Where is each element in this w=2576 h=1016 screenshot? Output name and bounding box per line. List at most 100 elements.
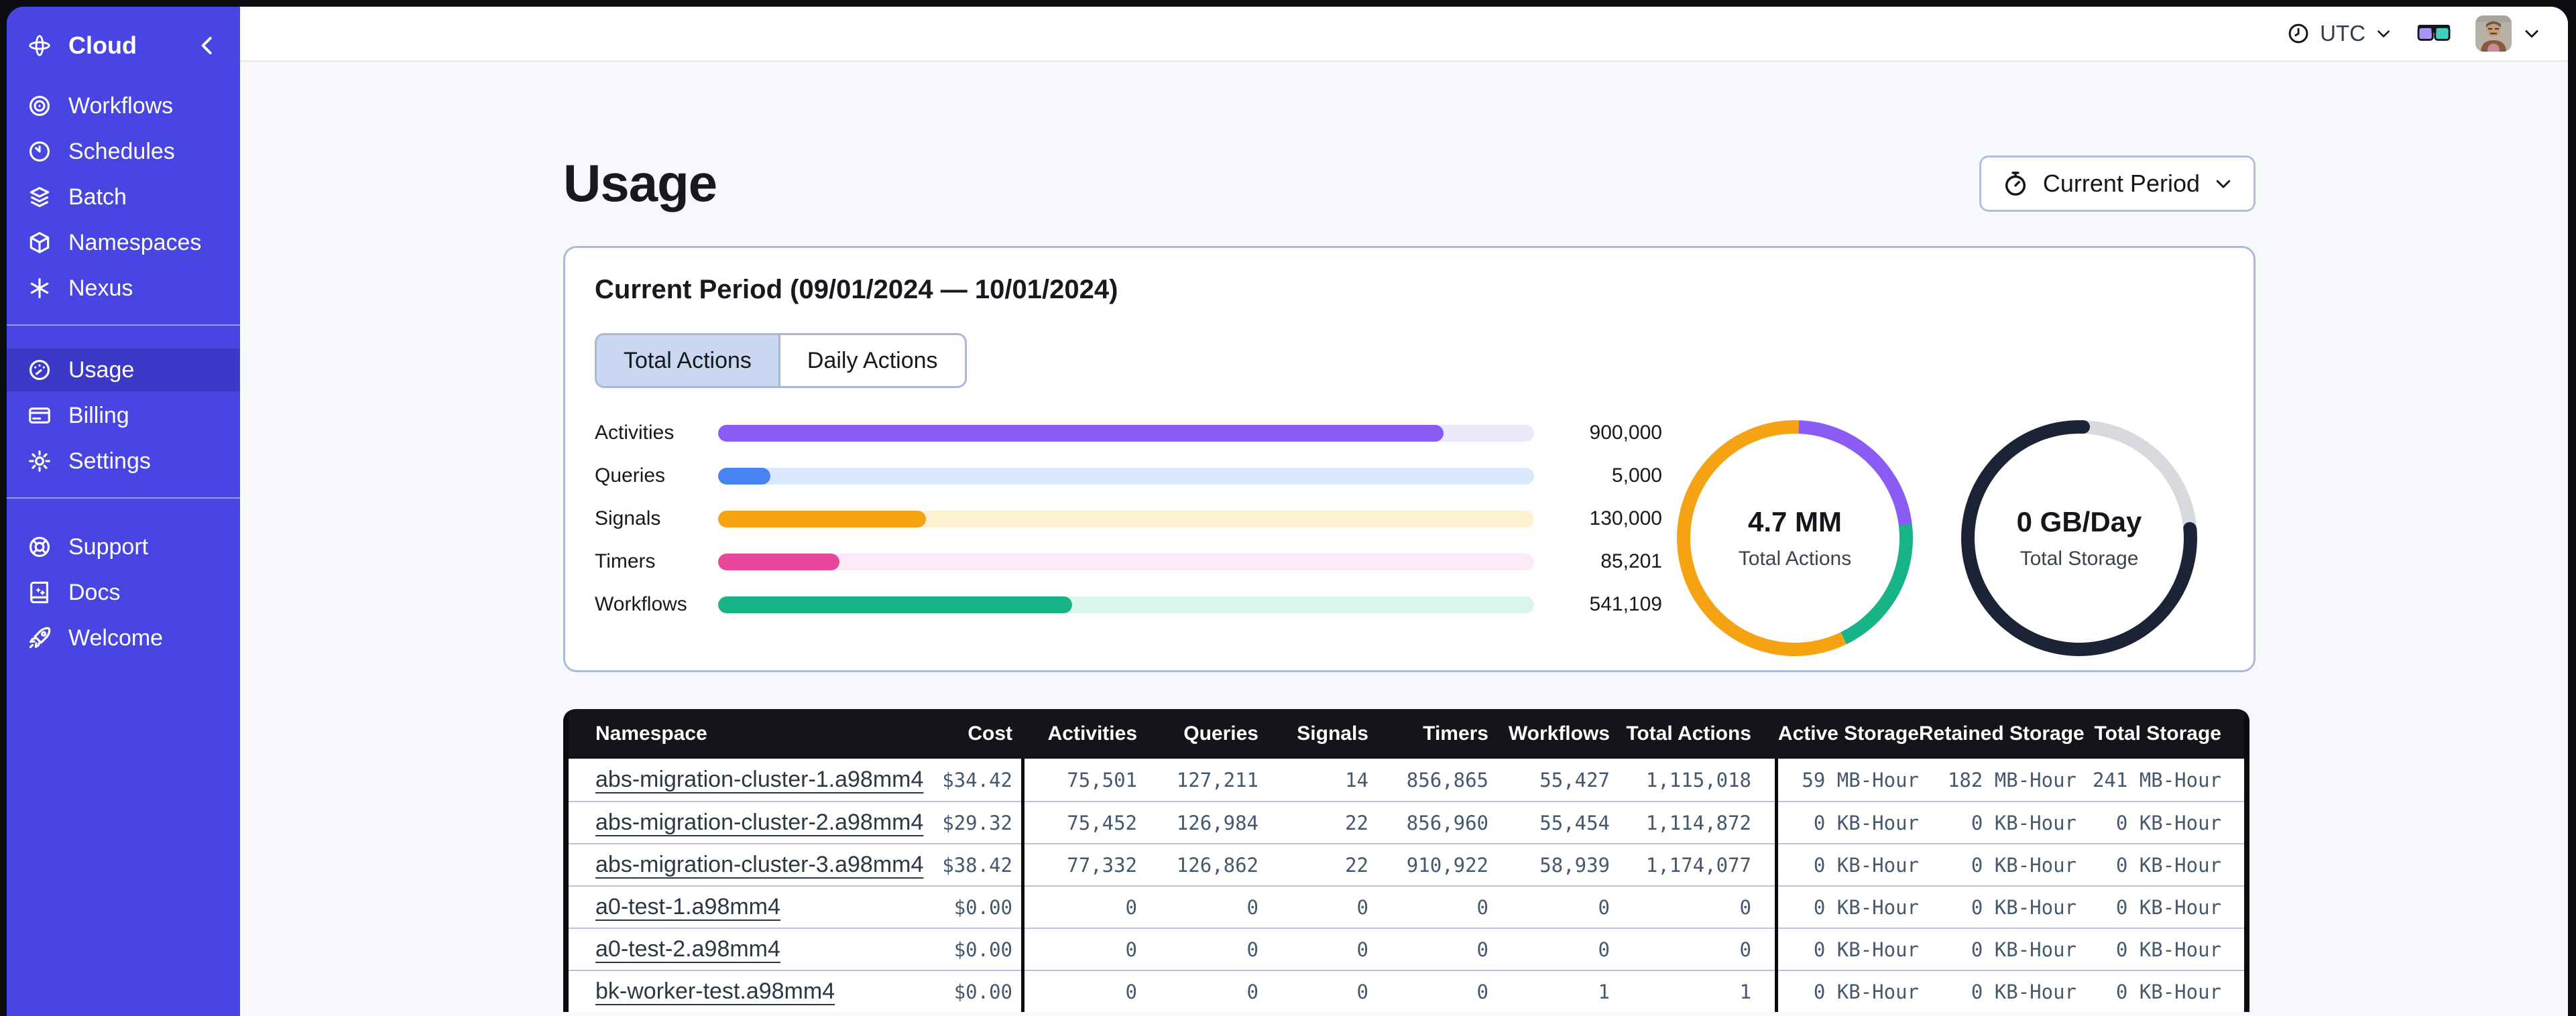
workflows-cell: 1 xyxy=(1598,980,1610,1003)
sidebar-item-welcome[interactable]: Welcome xyxy=(7,617,240,659)
table-row: bk-worker-test.a98mm4 $0.00 0 0 0 0 1 1 … xyxy=(569,970,2244,1012)
bar-value: 900,000 xyxy=(1589,422,1662,444)
goggles-button[interactable] xyxy=(2416,22,2451,45)
welcome-rocket-icon xyxy=(29,627,51,649)
nexus-asterisk-icon xyxy=(30,277,49,299)
namespaces-cube-icon xyxy=(30,232,50,253)
stopwatch-icon xyxy=(2005,171,2026,196)
sidebar-item-label: Welcome xyxy=(68,625,164,651)
table-row: abs-migration-cluster-3.a98mm4 $38.42 77… xyxy=(569,843,2244,885)
total-storage-cell: 0 KB-Hour xyxy=(2115,853,2221,877)
namespace-link[interactable]: bk-worker-test.a98mm4 xyxy=(595,978,835,1004)
timezone-selector[interactable]: UTC xyxy=(2286,21,2392,46)
schedules-icon xyxy=(29,141,50,162)
namespace-link[interactable]: abs-migration-cluster-2.a98mm4 xyxy=(595,810,923,835)
retained-storage-cell: 0 KB-Hour xyxy=(1971,853,2076,877)
cost-cell: $29.32 xyxy=(942,811,1012,834)
retained-storage-cell: 0 KB-Hour xyxy=(1971,895,2076,919)
column-header[interactable]: Active Storage xyxy=(1751,722,1919,745)
signals-cell: 14 xyxy=(1345,768,1368,791)
cost-cell: $0.00 xyxy=(953,938,1012,961)
bar-label: Activities xyxy=(595,422,675,444)
bar-label: Workflows xyxy=(595,593,687,615)
signals-cell: 0 xyxy=(1356,980,1368,1003)
signals-cell: 0 xyxy=(1356,938,1368,961)
bar-label: Signals xyxy=(595,507,661,529)
tab-total-actions[interactable]: Total Actions xyxy=(597,335,778,386)
donut-arc-cap xyxy=(2183,521,2197,535)
bar-track xyxy=(718,510,1534,527)
bar-row: Workflows 541,109 xyxy=(595,593,1662,615)
bar-track xyxy=(718,596,1534,613)
sidebar-item-label: Usage xyxy=(68,357,135,383)
chevron-down-icon xyxy=(2378,30,2390,38)
tab-daily-actions[interactable]: Daily Actions xyxy=(778,335,965,386)
queries-cell: 0 xyxy=(1246,938,1258,961)
main-content: Usage Current Period Current Period (09/… xyxy=(240,62,2568,1016)
sidebar-item-docs[interactable]: Docs xyxy=(7,571,240,614)
bar-fill xyxy=(718,596,1073,613)
avatar[interactable] xyxy=(2475,15,2512,52)
namespace-link[interactable]: a0-test-2.a98mm4 xyxy=(595,936,780,962)
sidebar-item-label: Workflows xyxy=(68,92,174,119)
activities-cell: 0 xyxy=(1125,895,1137,919)
table-row: a0-test-1.a98mm4 $0.00 0 0 0 0 0 0 0 KB-… xyxy=(569,885,2244,928)
namespace-link[interactable]: abs-migration-cluster-1.a98mm4 xyxy=(595,767,923,792)
sidebar-collapse-icon[interactable] xyxy=(194,33,220,58)
table-group-divider xyxy=(1021,759,1024,1012)
bar-value: 130,000 xyxy=(1589,507,1662,529)
bar-fill xyxy=(718,467,770,485)
sidebar-item-label: Billing xyxy=(68,402,129,428)
sidebar-item-usage[interactable]: Usage xyxy=(7,348,240,391)
column-header[interactable]: Timers xyxy=(1368,722,1488,745)
table-body: abs-migration-cluster-1.a98mm4 $34.42 75… xyxy=(569,759,2244,1012)
main-column: UTC Usage Current Period Current Period … xyxy=(240,7,2568,1016)
sidebar-item-nexus[interactable]: Nexus xyxy=(7,267,240,310)
period-selector-button[interactable]: Current Period xyxy=(1979,155,2256,212)
sidebar-item-billing[interactable]: Billing xyxy=(7,394,240,437)
sidebar-divider xyxy=(7,324,240,326)
column-header[interactable]: Workflows xyxy=(1488,722,1610,745)
namespace-link[interactable]: abs-migration-cluster-3.a98mm4 xyxy=(595,852,923,877)
table-left-border xyxy=(563,709,569,1012)
page-title: Usage xyxy=(563,153,717,212)
total-actions-cell: 0 xyxy=(1739,938,1751,961)
total-storage-cell: 241 MB-Hour xyxy=(2092,768,2221,791)
timers-cell: 856,865 xyxy=(1406,768,1488,791)
app-window: Cloud Workflows Schedules Batch Namespac… xyxy=(7,7,2568,1016)
bar-fill xyxy=(718,553,840,570)
table-group-divider xyxy=(1775,759,1778,1012)
sidebar-brand-cloud[interactable]: Cloud xyxy=(7,19,240,72)
column-header[interactable]: Total Storage xyxy=(2076,722,2221,745)
table-row: abs-migration-cluster-1.a98mm4 $34.42 75… xyxy=(569,759,2244,801)
column-header[interactable]: Namespace xyxy=(569,722,931,745)
account-menu[interactable] xyxy=(2475,15,2541,52)
sidebar-item-workflows[interactable]: Workflows xyxy=(7,84,240,127)
sidebar-item-support[interactable]: Support xyxy=(7,525,240,568)
cloud-logo-icon xyxy=(29,35,50,56)
support-lifebuoy-icon xyxy=(29,536,50,558)
donut-arc-cap xyxy=(2076,420,2090,434)
sidebar-item-settings[interactable]: Settings xyxy=(7,440,240,483)
clock-icon xyxy=(2288,23,2308,44)
column-header[interactable]: Queries xyxy=(1137,722,1258,745)
column-header[interactable]: Signals xyxy=(1258,722,1368,745)
sidebar-item-batch[interactable]: Batch xyxy=(7,176,240,218)
sidebar-item-schedules[interactable]: Schedules xyxy=(7,130,240,173)
bar-value: 85,201 xyxy=(1600,550,1662,572)
chevron-down-icon xyxy=(2216,180,2231,188)
charts-area: Activities 900,000 Queries 5,000 Signals… xyxy=(595,420,2224,656)
column-header[interactable]: Total Actions xyxy=(1610,722,1751,745)
period-selector-label: Current Period xyxy=(2042,169,2200,197)
signals-cell: 0 xyxy=(1356,895,1368,919)
column-header[interactable]: Cost xyxy=(931,722,1012,745)
activities-cell: 75,501 xyxy=(1067,768,1137,791)
namespace-link[interactable]: a0-test-1.a98mm4 xyxy=(595,894,780,919)
namespace-usage-table: Namespace Cost Activities Queries Signal… xyxy=(563,709,2249,1012)
donut-label: Total Storage xyxy=(2019,548,2139,570)
column-header[interactable]: Retained Storage xyxy=(1919,722,2085,745)
sidebar-item-namespaces[interactable]: Namespaces xyxy=(7,221,240,264)
queries-cell: 126,862 xyxy=(1176,853,1258,877)
column-header[interactable]: Activities xyxy=(1012,722,1137,745)
bar-track xyxy=(718,424,1534,442)
